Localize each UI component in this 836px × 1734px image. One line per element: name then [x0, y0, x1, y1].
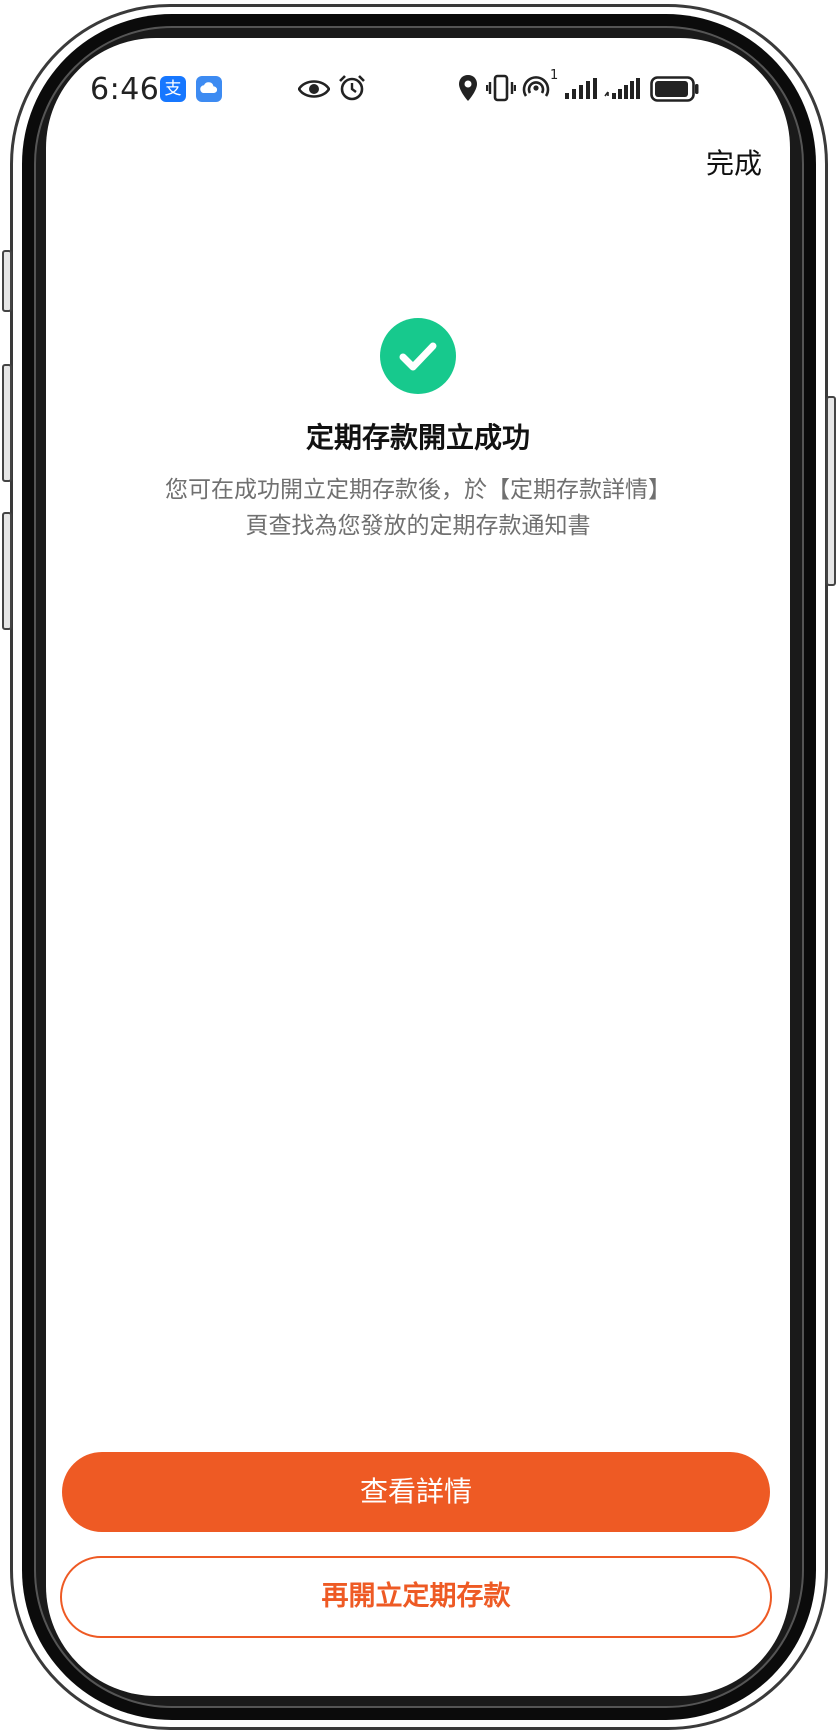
signal-icon	[564, 78, 598, 104]
mute-switch	[2, 250, 12, 312]
volume-down-button	[2, 512, 12, 630]
success-title: 定期存款開立成功	[305, 421, 530, 454]
screen: 6:46 支 1 完成 定期存款開立成功 您可在成功開立定期存款後，於【定期存款…	[46, 38, 790, 1696]
hotspot-count: 1	[550, 68, 559, 83]
alipay-icon: 支	[160, 76, 186, 102]
success-description: 您可在成功開立定期存款後，於【定期存款詳情】 頁查找為您發放的定期存款通知書	[106, 472, 730, 544]
done-button[interactable]: 完成	[706, 142, 762, 182]
alarm-icon	[338, 74, 366, 106]
open-another-deposit-button[interactable]: 再開立定期存款	[60, 1556, 772, 1638]
status-bar: 6:46 支 1	[46, 38, 790, 138]
power-button	[826, 396, 836, 586]
cloud-icon	[196, 76, 222, 106]
location-icon	[458, 74, 478, 106]
volume-up-button	[2, 364, 12, 482]
success-description-line-2: 頁查找為您發放的定期存款通知書	[245, 513, 591, 539]
status-time: 6:46	[90, 72, 160, 107]
view-details-button[interactable]: 查看詳情	[62, 1452, 770, 1532]
battery-icon	[650, 76, 700, 106]
phone-mockup: 6:46 支 1 完成 定期存款開立成功 您可在成功開立定期存款後，於【定期存款…	[0, 0, 836, 1734]
success-description-line-1: 您可在成功開立定期存款後，於【定期存款詳情】	[165, 477, 671, 503]
eye-icon	[297, 78, 331, 104]
vibrate-icon	[485, 74, 517, 106]
check-circle-icon	[380, 318, 456, 394]
signal-icon-2	[604, 78, 644, 104]
